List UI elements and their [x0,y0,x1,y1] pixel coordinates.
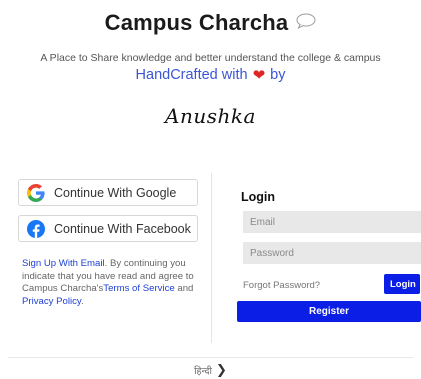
facebook-icon [27,219,45,238]
site-title: Campus Charcha [104,10,289,35]
register-button[interactable]: Register [237,301,421,322]
forgot-password-link[interactable]: Forgot Password? [243,280,320,291]
handcrafted-line: HandCrafted with ❤ by [0,67,421,83]
site-header: Campus Charcha [0,10,421,36]
password-field[interactable] [243,242,421,264]
heart-icon: ❤ [252,66,266,84]
continue-with-google-button[interactable]: Continue With Google [18,179,198,206]
chat-bubble-icon [296,13,316,34]
legal-text-3: . [81,295,84,307]
handcrafted-suffix: by [270,67,286,83]
signup-with-email-link[interactable]: Sign Up With Email [22,258,105,269]
author-signature: Anushka [165,104,256,128]
google-icon [27,183,45,202]
handcrafted-prefix: HandCrafted with [135,67,248,83]
facebook-button-label: Continue With Facebook [54,221,191,236]
terms-of-service-link[interactable]: Terms of Service [103,283,174,294]
language-switcher[interactable]: हिन्दी ❯ [0,362,421,378]
site-tagline: A Place to Share knowledge and better un… [40,52,381,64]
google-button-label: Continue With Google [54,185,177,200]
chevron-right-icon[interactable]: ❯ [216,362,227,378]
login-heading: Login [241,190,276,204]
login-button[interactable]: Login [384,274,420,294]
email-field[interactable] [243,211,421,233]
language-label[interactable]: हिन्दी [194,364,212,377]
privacy-policy-link[interactable]: Privacy Policy [22,296,81,307]
footer-divider [8,357,413,358]
legal-notice: Sign Up With Email. By continuing you in… [22,258,200,308]
vertical-divider [211,173,212,343]
continue-with-facebook-button[interactable]: Continue With Facebook [18,215,198,242]
legal-text-2: and [174,283,194,294]
